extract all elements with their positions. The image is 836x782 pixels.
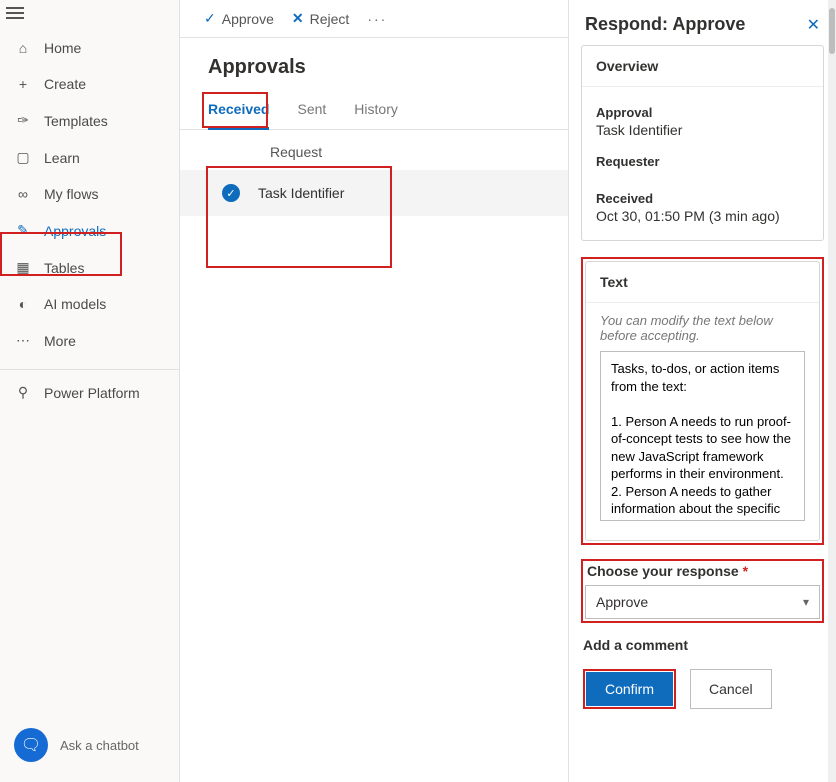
sidebar-item-label: Approvals	[44, 223, 106, 239]
text-editor[interactable]	[600, 351, 805, 521]
more-icon: ⋯	[14, 332, 32, 349]
cancel-button[interactable]: Cancel	[690, 669, 772, 709]
approvals-list: Request ✓ Task Identifier	[180, 130, 568, 782]
chatbot-icon: 🗨	[14, 728, 48, 762]
response-selected-value: Approve	[596, 594, 648, 610]
sidebar-item-label: Tables	[44, 260, 84, 276]
highlight-text-section: Text You can modify the text below befor…	[581, 257, 824, 545]
page-title: Approvals	[180, 38, 568, 95]
text-heading: Text	[586, 262, 819, 303]
sidebar-item-label: Create	[44, 76, 86, 92]
home-icon: ⌂	[14, 40, 32, 56]
flow-icon: ∞	[14, 186, 32, 202]
approval-value: Task Identifier	[596, 122, 809, 138]
reject-label: Reject	[310, 11, 350, 27]
sidebar-item-home[interactable]: ⌂ Home	[0, 30, 179, 66]
platform-icon: ⚲	[14, 384, 32, 401]
panel-title: Respond: Approve	[585, 14, 745, 35]
tables-icon: ▦	[14, 259, 32, 276]
sidebar-item-my-flows[interactable]: ∞ My flows	[0, 176, 179, 212]
main-content: ✓ Approve ✕ Reject ··· Approvals Receive…	[180, 0, 568, 782]
sidebar-item-tables[interactable]: ▦ Tables	[0, 249, 179, 286]
panel-scrollbar-thumb[interactable]	[829, 8, 835, 54]
response-label: Choose your response	[587, 563, 739, 579]
hamburger-menu-icon[interactable]	[0, 0, 179, 26]
respond-panel: Respond: Approve ✕ Overview Approval Tas…	[568, 0, 836, 782]
sidebar-item-templates[interactable]: ✑ Templates	[0, 102, 179, 139]
chevron-down-icon: ▾	[803, 595, 809, 609]
reject-button[interactable]: ✕ Reject	[292, 10, 349, 27]
highlight-response-section: Choose your response * Approve ▾	[581, 559, 824, 623]
column-header-request: Request	[180, 130, 568, 170]
sidebar-item-label: Learn	[44, 150, 80, 166]
book-icon: ▢	[14, 149, 32, 166]
sidebar-item-label: More	[44, 333, 76, 349]
toolbar: ✓ Approve ✕ Reject ···	[180, 0, 568, 38]
sidebar-item-label: My flows	[44, 186, 98, 202]
chatbot-label: Ask a chatbot	[60, 738, 139, 753]
sidebar-item-create[interactable]: + Create	[0, 66, 179, 102]
text-hint: You can modify the text below before acc…	[600, 313, 805, 343]
received-label: Received	[596, 191, 809, 206]
tab-history[interactable]: History	[354, 95, 398, 129]
x-icon: ✕	[292, 10, 304, 27]
plus-icon: +	[14, 76, 32, 92]
divider	[0, 369, 179, 370]
tab-received[interactable]: Received	[208, 95, 269, 130]
templates-icon: ✑	[14, 112, 32, 129]
approval-row[interactable]: ✓ Task Identifier	[180, 170, 568, 216]
requester-label: Requester	[596, 154, 809, 169]
checkmark-icon: ✓	[222, 184, 240, 202]
panel-scrollbar-track[interactable]	[828, 0, 836, 782]
ai-models-icon: ◐	[14, 296, 32, 312]
sidebar-item-label: Power Platform	[44, 385, 140, 401]
confirm-button[interactable]: Confirm	[586, 672, 673, 706]
approvals-icon: ✎	[14, 222, 32, 239]
sidebar: ⌂ Home + Create ✑ Templates ▢ Learn ∞ My…	[0, 0, 180, 782]
more-actions-button[interactable]: ···	[367, 11, 387, 27]
tabs: Received Sent History	[180, 95, 568, 130]
highlight-confirm: Confirm	[583, 669, 676, 709]
approval-label: Approval	[596, 105, 809, 120]
check-icon: ✓	[204, 10, 216, 27]
sidebar-item-label: Home	[44, 40, 81, 56]
sidebar-item-ai-models[interactable]: ◐ AI models	[0, 286, 179, 322]
received-value: Oct 30, 01:50 PM (3 min ago)	[596, 208, 809, 224]
sidebar-item-label: Templates	[44, 113, 108, 129]
approve-button[interactable]: ✓ Approve	[204, 10, 274, 27]
sidebar-item-power-platform[interactable]: ⚲ Power Platform	[0, 374, 179, 411]
approve-label: Approve	[222, 11, 274, 27]
comment-label: Add a comment	[583, 637, 822, 653]
sidebar-item-learn[interactable]: ▢ Learn	[0, 139, 179, 176]
sidebar-item-more[interactable]: ⋯ More	[0, 322, 179, 359]
sidebar-item-approvals[interactable]: ✎ Approvals	[0, 212, 179, 249]
sidebar-item-label: AI models	[44, 296, 106, 312]
ask-chatbot[interactable]: 🗨 Ask a chatbot	[0, 712, 179, 782]
close-icon[interactable]: ✕	[807, 15, 820, 35]
overview-heading: Overview	[582, 46, 823, 87]
required-asterisk: *	[743, 563, 748, 579]
response-select[interactable]: Approve ▾	[585, 585, 820, 619]
tab-sent[interactable]: Sent	[297, 95, 326, 129]
approval-row-title: Task Identifier	[258, 185, 344, 201]
